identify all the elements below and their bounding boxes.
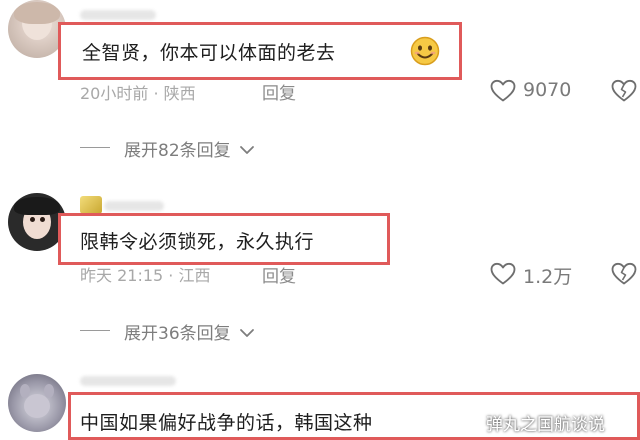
heart-icon[interactable]: [490, 262, 516, 286]
comment-location: 江西: [178, 266, 211, 285]
expand-replies-label: 展开82条回复: [124, 141, 231, 161]
expand-replies-button[interactable]: 展开82条回复: [124, 136, 255, 161]
watermark: 弹丸之国航谈说: [486, 415, 605, 435]
expand-replies-label: 展开36条回复: [124, 324, 231, 344]
comment-meta: 20小时前 · 陕西: [80, 80, 196, 104]
like-count: 1.2万: [523, 266, 573, 288]
like-count: 9070: [523, 79, 572, 101]
heart-icon[interactable]: [490, 79, 516, 103]
meta-separator: ·: [168, 266, 179, 285]
username[interactable]: [80, 10, 156, 20]
username[interactable]: [80, 376, 176, 386]
comment-time: 20小时前: [80, 84, 149, 103]
chevron-down-icon: [239, 141, 255, 161]
comment-text: 中国如果偏好战争的话，韩国这种: [80, 412, 373, 434]
reply-button[interactable]: 回复: [262, 262, 296, 287]
avatar[interactable]: [8, 374, 66, 432]
reply-divider: [80, 330, 110, 331]
chevron-down-icon: [239, 324, 255, 344]
meta-separator: ·: [153, 84, 164, 103]
comment-location: 陕西: [163, 84, 196, 103]
reply-divider: [80, 147, 110, 148]
smile-emoji-icon: [410, 36, 440, 66]
comment-time: 昨天 21:15: [80, 266, 164, 285]
comment-meta: 昨天 21:15 · 江西: [80, 262, 210, 286]
broken-heart-icon[interactable]: [611, 262, 637, 286]
broken-heart-icon[interactable]: [611, 79, 637, 103]
comment-text: 限韩令必须锁死，永久执行: [80, 231, 315, 253]
comment-text: 全智贤，你本可以体面的老去: [82, 42, 336, 64]
user-badge-icon: [80, 196, 102, 214]
reply-button[interactable]: 回复: [262, 79, 296, 104]
username[interactable]: [104, 201, 164, 211]
expand-replies-button[interactable]: 展开36条回复: [124, 319, 255, 344]
